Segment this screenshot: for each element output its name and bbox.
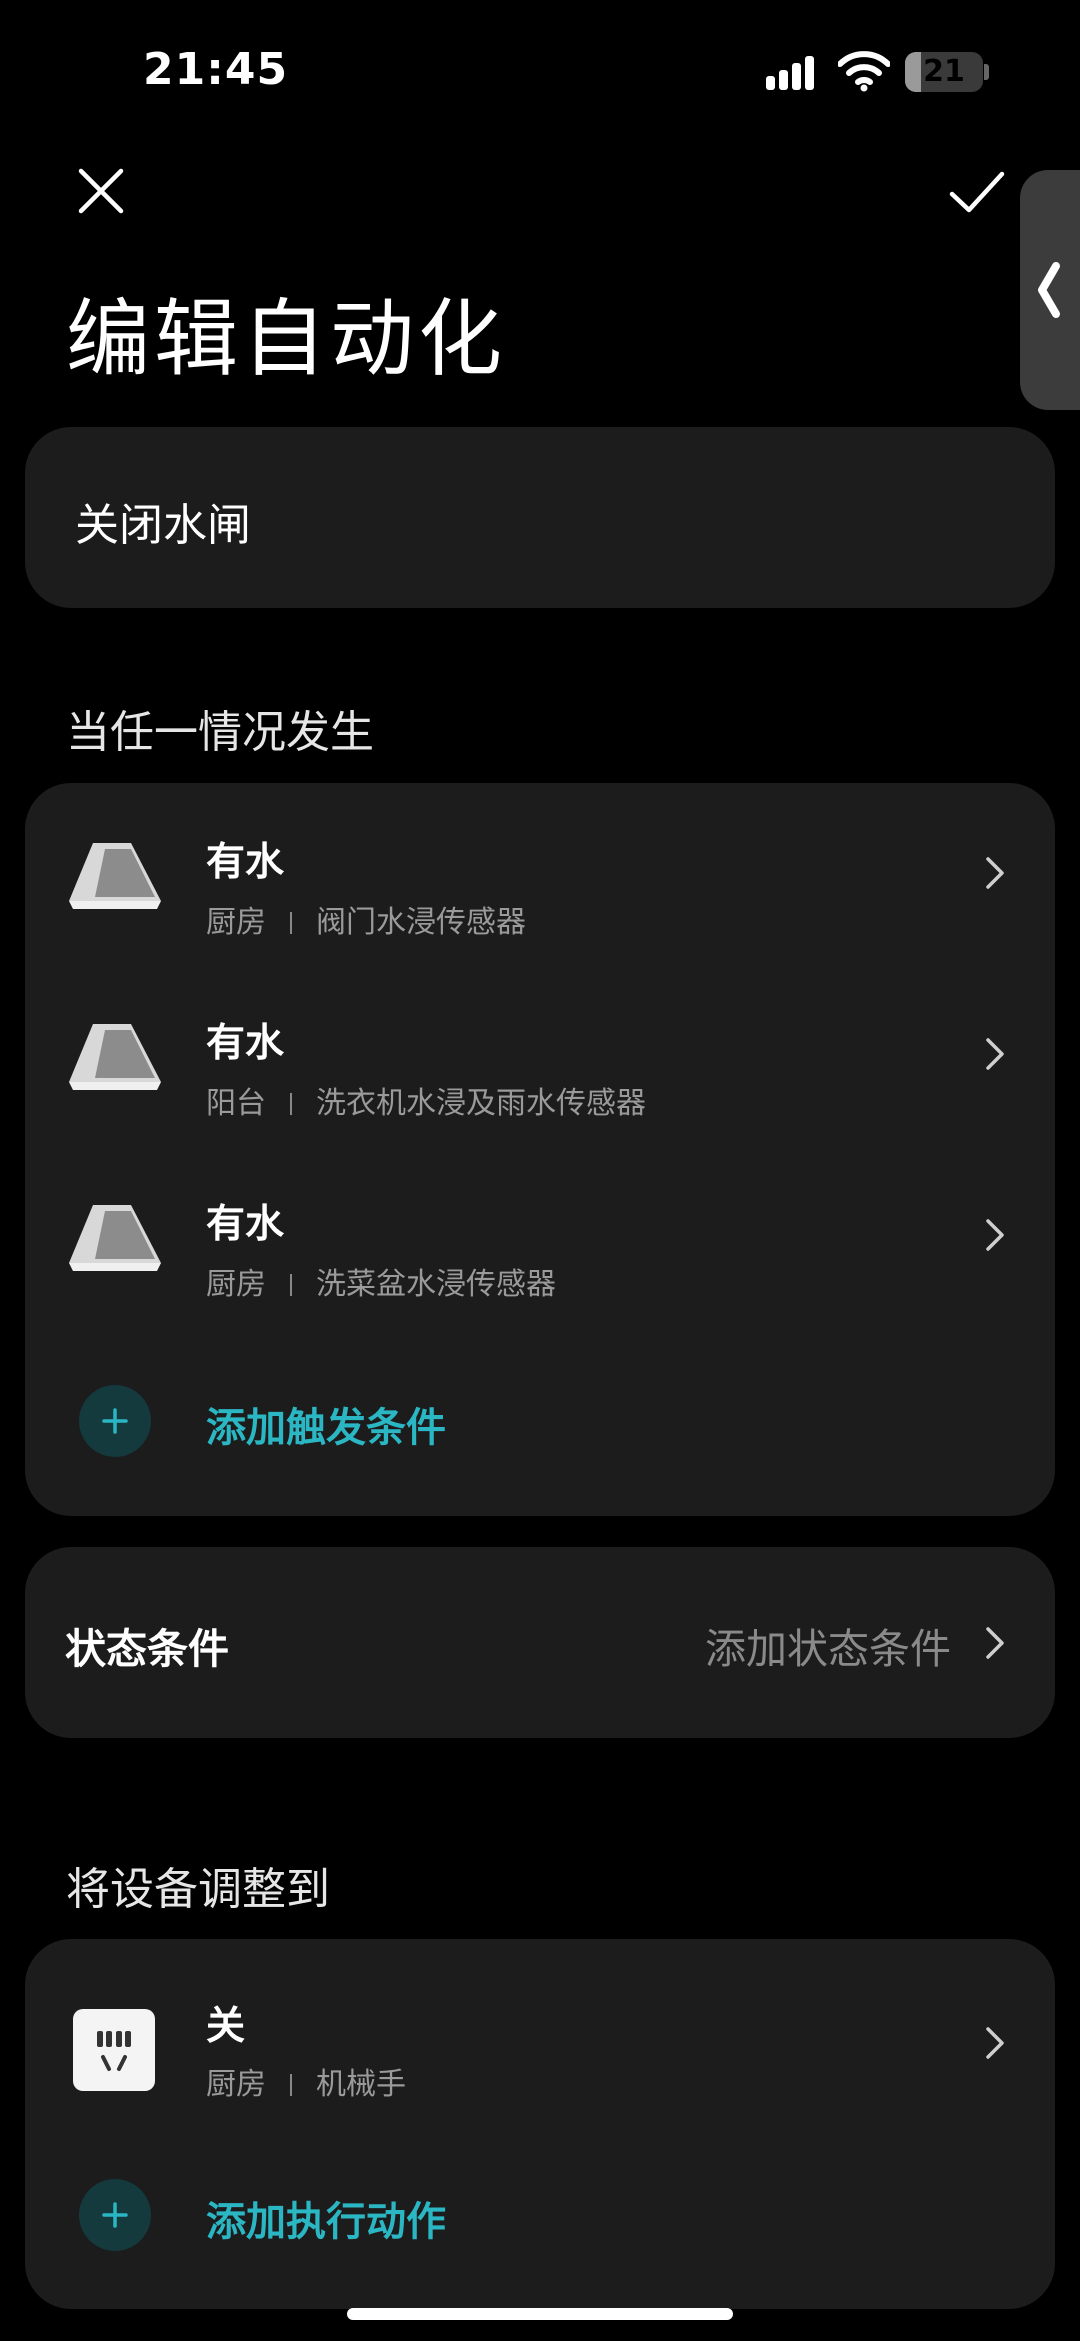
add-trigger-button[interactable]: 添加触发条件 (25, 1365, 1055, 1475)
action-section-label: 将设备调整到 (66, 1864, 330, 1915)
chevron-right-icon (986, 1219, 1004, 1251)
cellular-signal-icon (766, 56, 822, 90)
device-label: 阀门水浸传感器 (316, 905, 526, 940)
home-indicator[interactable] (347, 2308, 733, 2320)
chevron-right-icon (986, 2027, 1004, 2059)
separator (290, 912, 292, 934)
action-subtitle: 厨房 机械手 (206, 2059, 406, 2103)
separator (290, 1274, 292, 1296)
automation-name-text: 关闭水闸 (75, 500, 251, 551)
add-action-button[interactable]: 添加执行动作 (25, 2159, 1055, 2269)
trigger-item[interactable]: 有水 阳台 洗衣机水浸及雨水传感器 (25, 964, 1055, 1134)
add-icon (79, 2179, 151, 2251)
state-condition-label: 状态条件 (65, 1625, 229, 1673)
device-label: 洗菜盆水浸传感器 (316, 1267, 556, 1302)
checkmark-icon[interactable] (942, 156, 1012, 226)
trigger-subtitle: 厨房 洗菜盆水浸传感器 (206, 1259, 556, 1303)
battery-icon: 21 (905, 52, 983, 92)
trigger-item[interactable]: 有水 厨房 洗菜盆水浸传感器 (25, 1145, 1055, 1315)
trigger-subtitle: 厨房 阀门水浸传感器 (206, 897, 526, 941)
room-label: 厨房 (206, 2067, 266, 2102)
wifi-icon (838, 51, 890, 92)
chevron-right-icon (986, 1038, 1004, 1070)
battery-level: 21 (923, 54, 965, 89)
room-label: 阳台 (206, 1086, 266, 1121)
device-label: 洗衣机水浸及雨水传感器 (316, 1086, 646, 1121)
trigger-title: 有水 (206, 840, 285, 885)
water-leak-sensor-icon (69, 843, 161, 909)
trigger-item[interactable]: 有水 厨房 阀门水浸传感器 (25, 783, 1055, 953)
add-icon (79, 1385, 151, 1457)
room-label: 厨房 (206, 905, 266, 940)
state-condition-value: 添加状态条件 (705, 1625, 951, 1673)
separator (290, 2074, 292, 2096)
trigger-title: 有水 (206, 1202, 285, 1247)
separator (290, 1093, 292, 1115)
automation-name-field[interactable]: 关闭水闸 (25, 427, 1055, 608)
battery-cap (984, 64, 989, 80)
side-drawer-handle[interactable] (1020, 170, 1080, 410)
smart-plug-icon (73, 2009, 155, 2091)
page-title: 编辑自动化 (66, 290, 507, 388)
action-list: 关 厨房 机械手 添加执行动作 (25, 1939, 1055, 2309)
chevron-right-icon (986, 1627, 1004, 1659)
trigger-list: 有水 厨房 阀门水浸传感器 有水 阳台 洗衣机水浸及雨水传感器 有水 厨房 洗菜盆水浸… (25, 783, 1055, 1516)
chevron-left-icon (1038, 262, 1060, 318)
close-icon[interactable] (66, 156, 136, 226)
action-item[interactable]: 关 厨房 机械手 (25, 1947, 1055, 2117)
action-title: 关 (206, 2004, 246, 2049)
trigger-title: 有水 (206, 1021, 285, 1066)
chevron-right-icon (986, 857, 1004, 889)
water-leak-sensor-icon (69, 1205, 161, 1271)
device-label: 机械手 (316, 2067, 406, 2102)
state-condition-row[interactable]: 状态条件 添加状态条件 (25, 1547, 1055, 1738)
status-time: 21:45 (143, 44, 289, 95)
add-action-label: 添加执行动作 (206, 2199, 446, 2245)
room-label: 厨房 (206, 1267, 266, 1302)
add-trigger-label: 添加触发条件 (206, 1405, 446, 1451)
water-leak-sensor-icon (69, 1024, 161, 1090)
trigger-subtitle: 阳台 洗衣机水浸及雨水传感器 (206, 1078, 646, 1122)
trigger-section-label: 当任一情况发生 (66, 707, 374, 758)
